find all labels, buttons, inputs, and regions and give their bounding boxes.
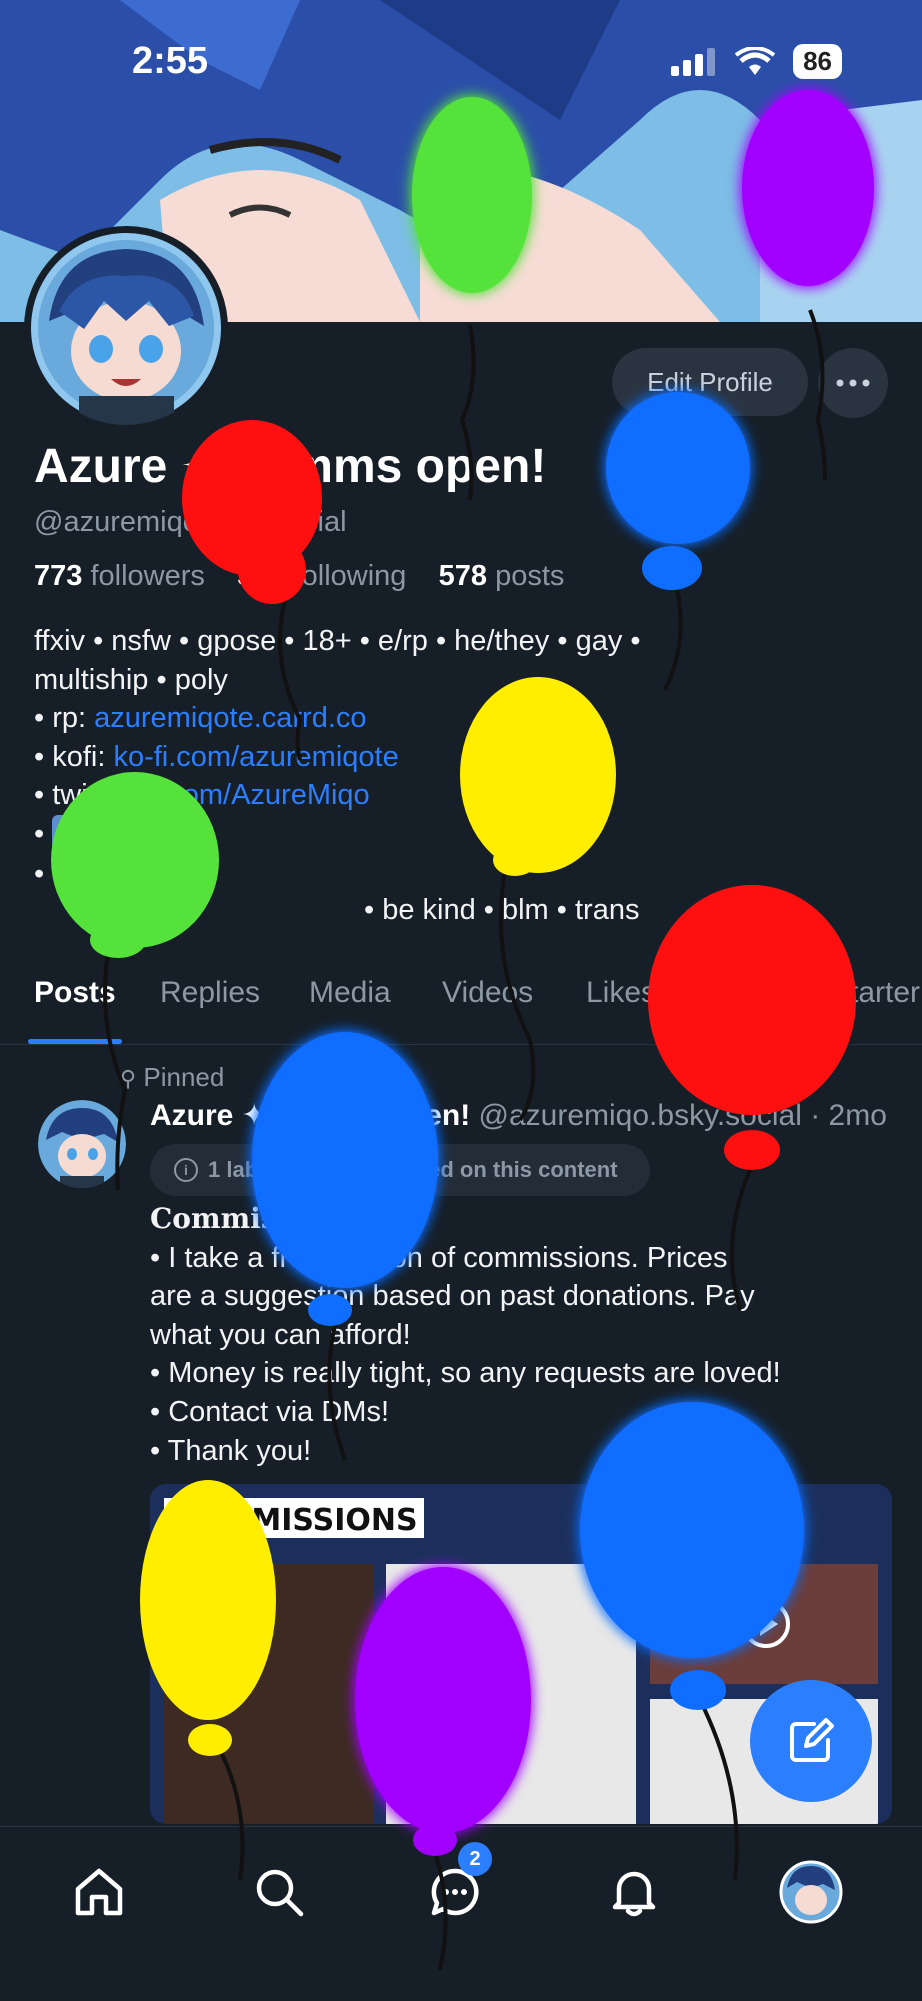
active-tab-indicator <box>28 1039 122 1044</box>
profile-name: Azure ✦ comms open! <box>34 440 547 493</box>
profile-stats: 773 followers 515 following 578 posts <box>34 560 564 593</box>
post-line: • I take a free version of commissions. … <box>150 1241 728 1274</box>
following-stat[interactable]: 515 following <box>237 560 406 592</box>
status-time: 2:55 <box>132 40 209 82</box>
tab-replies[interactable]: Replies <box>160 976 260 1010</box>
twitter-link[interactable]: x.com/AzureMiqo <box>146 779 370 811</box>
compose-button[interactable] <box>750 1680 872 1802</box>
post-line: what you can afford! <box>150 1318 411 1351</box>
bio-line: ffxiv • nsfw • gpose • 18+ • e/rp • he/t… <box>34 625 641 657</box>
nav-notifications[interactable] <box>599 1857 669 1927</box>
signal-icon <box>671 47 716 76</box>
followers-stat[interactable]: 773 followers <box>34 560 205 592</box>
bio-line: multiship • poly <box>34 663 228 696</box>
bio-rp-line: • rp: azuremiqote.carrd.co <box>34 702 367 734</box>
ok-badge: OK <box>69 855 109 896</box>
profile-bio: ffxiv • nsfw • gpose • 18+ • e/rp • he/t… <box>34 622 894 896</box>
profile-avatar[interactable] <box>24 226 228 430</box>
tab-starter[interactable]: Starter <box>830 976 920 1010</box>
avatar-image <box>31 233 221 425</box>
bio-twitter-line: • twitter: x.com/AzureMiqo <box>34 779 370 811</box>
chat-unread-badge: 2 <box>458 1842 492 1876</box>
home-icon <box>75 1868 123 1916</box>
kofi-link[interactable]: ko-fi.com/azuremiqote <box>113 741 398 773</box>
post-author-avatar[interactable] <box>38 1100 126 1188</box>
nav-profile[interactable] <box>776 1857 846 1927</box>
post-line: • Money is really tight, so any requests… <box>150 1357 781 1390</box>
post-time: · 2mo <box>810 1099 887 1132</box>
rp-link[interactable]: azuremiqote.carrd.co <box>94 702 366 734</box>
tab-likes[interactable]: Likes <box>586 976 656 1010</box>
post-author-handle[interactable]: @azuremiqo.bsky.social <box>479 1099 802 1132</box>
bell-icon <box>612 1871 656 1917</box>
ellipsis-icon <box>836 379 870 387</box>
pin-icon: ⚲ <box>120 1066 137 1091</box>
tab-posts[interactable]: Posts <box>34 976 116 1010</box>
compose-icon <box>790 1718 834 1762</box>
avatar-image <box>38 1100 126 1188</box>
profile-tabs: Posts Replies Media Videos Likes Feeds S… <box>0 960 922 1045</box>
tab-feeds[interactable]: Feeds <box>700 976 783 1010</box>
nav-home[interactable] <box>64 1857 134 1927</box>
search-icon <box>256 1869 304 1917</box>
pinned-indicator: ⚲ Pinned <box>120 1062 225 1092</box>
post-line: • Contact via DMs! <box>150 1395 389 1428</box>
edit-profile-button[interactable]: Edit Profile <box>612 348 808 416</box>
more-options-button[interactable] <box>818 348 888 418</box>
profile-handle: @azuremiqo.bsky.social <box>34 506 347 538</box>
ok-badge: OK <box>52 814 91 856</box>
post-line: • Thank you! <box>150 1434 312 1467</box>
post-line: are a suggestion based on past donations… <box>150 1280 755 1313</box>
bio-ok-line: • - OK <box>34 855 894 896</box>
tab-videos[interactable]: Videos <box>442 976 533 1010</box>
post-author-name[interactable]: Azure ✦ comms open! <box>150 1099 470 1132</box>
bio-kofi-line: • kofi: ko-fi.com/azuremiqote <box>34 740 399 773</box>
post-body: Commissions • I take a free version of c… <box>150 1200 890 1470</box>
posts-stat: 578 posts <box>438 560 565 592</box>
status-bar: 2:55 86 <box>0 0 922 120</box>
wifi-icon <box>735 46 776 75</box>
post-title: Commissions <box>150 1202 358 1235</box>
bio-ok-line: • OK <box>34 814 894 856</box>
nav-search[interactable] <box>244 1857 314 1927</box>
post-header: Azure ✦ comms open! @azuremiqo.bsky.soci… <box>150 1098 887 1133</box>
image-title-text: COMMISSIONS <box>174 1503 418 1538</box>
battery-indicator: 86 <box>793 44 842 79</box>
content-label-pill[interactable]: i 1 label has been placed on this conten… <box>150 1144 650 1196</box>
info-icon: i <box>174 1158 198 1182</box>
bio-center-line: • be kind • blm • trans <box>364 894 640 926</box>
tab-media[interactable]: Media <box>309 976 391 1010</box>
profile-icon <box>779 1860 843 1924</box>
